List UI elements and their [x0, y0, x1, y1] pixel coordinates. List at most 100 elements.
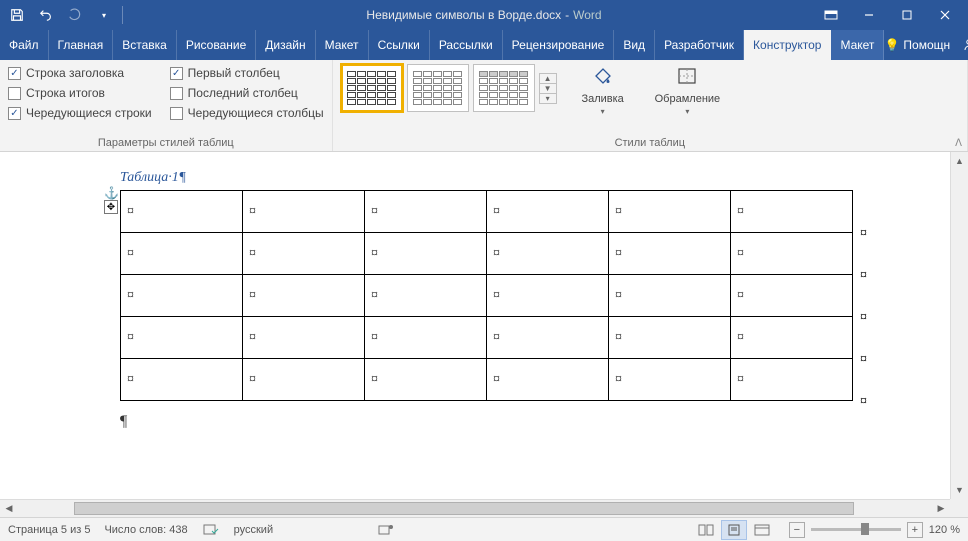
table-cell[interactable]: ¤	[121, 191, 243, 233]
check-last-column[interactable]: Последний столбец	[170, 86, 324, 100]
tab-home[interactable]: Главная	[49, 30, 114, 60]
table-cell[interactable]: ¤	[731, 191, 853, 233]
zoom-value[interactable]: 120 %	[929, 524, 960, 536]
macro-record-icon[interactable]	[377, 521, 395, 539]
redo-icon[interactable]	[62, 2, 88, 28]
table-cell[interactable]: ¤	[731, 317, 853, 359]
gallery-scroll: ▲ ▼ ▾	[539, 73, 557, 104]
document-table[interactable]: ¤¤¤¤¤¤¤¤¤¤¤¤¤¤¤¤¤¤¤¤¤¤¤¤¤¤¤¤¤¤	[120, 190, 853, 401]
scroll-thumb[interactable]	[74, 502, 854, 515]
table-cell[interactable]: ¤	[487, 233, 609, 275]
tell-me-button[interactable]: 💡 Помощн	[884, 38, 950, 52]
check-header-row[interactable]: Строка заголовка	[8, 66, 152, 80]
table-move-handle[interactable]: ✥	[104, 200, 118, 214]
chevron-down-icon: ▾	[685, 107, 689, 116]
page-indicator[interactable]: Страница 5 из 5	[8, 524, 90, 536]
row-end-mark: ¤	[860, 394, 867, 410]
tab-mailings[interactable]: Рассылки	[430, 30, 503, 60]
table-cell[interactable]: ¤	[731, 275, 853, 317]
scroll-up-icon[interactable]: ▲	[951, 152, 968, 170]
table-cell[interactable]: ¤	[243, 191, 365, 233]
gallery-down-icon[interactable]: ▼	[540, 84, 556, 94]
table-cell[interactable]: ¤	[243, 275, 365, 317]
close-icon[interactable]	[926, 1, 964, 29]
scroll-track[interactable]	[18, 500, 932, 517]
print-layout-icon[interactable]	[721, 520, 747, 540]
zoom-in-button[interactable]: +	[907, 522, 923, 538]
gallery-more-icon[interactable]: ▾	[540, 94, 556, 103]
table-cell[interactable]: ¤	[731, 359, 853, 401]
check-total-row[interactable]: Строка итогов	[8, 86, 152, 100]
table-cell[interactable]: ¤	[609, 275, 731, 317]
table-style-thumb[interactable]	[407, 64, 469, 112]
shading-button[interactable]: Заливка ▾	[575, 64, 631, 118]
vertical-scrollbar[interactable]: ▲ ▼	[950, 152, 968, 499]
tab-references[interactable]: Ссылки	[369, 30, 430, 60]
table-cell[interactable]: ¤	[487, 275, 609, 317]
table-cell[interactable]: ¤	[121, 233, 243, 275]
tab-design[interactable]: Дизайн	[256, 30, 315, 60]
table-cell[interactable]: ¤	[365, 233, 487, 275]
table-style-thumb[interactable]	[473, 64, 535, 112]
check-first-column[interactable]: Первый столбец	[170, 66, 324, 80]
table-cell[interactable]: ¤	[243, 233, 365, 275]
read-mode-icon[interactable]	[693, 520, 719, 540]
table-cell[interactable]: ¤	[243, 359, 365, 401]
spellcheck-icon[interactable]	[202, 521, 220, 539]
zoom-slider-thumb[interactable]	[861, 523, 869, 535]
undo-icon[interactable]	[33, 2, 59, 28]
ribbon-display-icon[interactable]	[812, 1, 850, 29]
borders-icon	[676, 66, 698, 91]
table-cell[interactable]: ¤	[487, 191, 609, 233]
table-cell[interactable]: ¤	[487, 317, 609, 359]
group-table-style-options: Строка заголовка Строка итогов Чередующи…	[0, 60, 333, 151]
minimize-icon[interactable]	[850, 1, 888, 29]
language-indicator[interactable]: русский	[234, 524, 273, 536]
table-cell[interactable]: ¤	[609, 317, 731, 359]
scroll-down-icon[interactable]: ▼	[951, 481, 968, 499]
tab-draw[interactable]: Рисование	[177, 30, 256, 60]
table-caption[interactable]: Таблица·1¶	[120, 170, 950, 186]
borders-button[interactable]: Обрамление ▾	[649, 64, 727, 118]
collapse-ribbon-icon[interactable]: ᐱ	[955, 138, 962, 149]
web-layout-icon[interactable]	[749, 520, 775, 540]
tab-layout[interactable]: Макет	[316, 30, 369, 60]
tab-table-layout[interactable]: Макет	[831, 30, 884, 60]
table-cell[interactable]: ¤	[731, 233, 853, 275]
table-cell[interactable]: ¤	[243, 317, 365, 359]
table-cell[interactable]: ¤	[365, 317, 487, 359]
table-cell[interactable]: ¤	[121, 275, 243, 317]
table-cell[interactable]: ¤	[365, 359, 487, 401]
table-cell[interactable]: ¤	[609, 233, 731, 275]
table-cell[interactable]: ¤	[609, 359, 731, 401]
document-canvas[interactable]: ⚓ ✥ Таблица·1¶ ¤¤¤¤¤¤¤¤¤¤¤¤¤¤¤¤¤¤¤¤¤¤¤¤¤…	[0, 152, 950, 499]
tab-view[interactable]: Вид	[614, 30, 655, 60]
scroll-left-icon[interactable]: ◀	[0, 500, 18, 517]
tab-table-design[interactable]: Конструктор	[744, 30, 831, 60]
scroll-track[interactable]	[953, 170, 966, 481]
tab-insert[interactable]: Вставка	[113, 30, 177, 60]
title-bar: ▾ Невидимые символы в Ворде.docx - Word	[0, 0, 968, 30]
tab-file[interactable]: Файл	[0, 30, 49, 60]
share-icon[interactable]	[956, 32, 968, 58]
check-banded-columns[interactable]: Чередующиеся столбцы	[170, 106, 324, 120]
qat-customize-icon[interactable]: ▾	[91, 2, 117, 28]
table-cell[interactable]: ¤	[365, 275, 487, 317]
table-cell[interactable]: ¤	[487, 359, 609, 401]
zoom-out-button[interactable]: −	[789, 522, 805, 538]
table-cell[interactable]: ¤	[121, 317, 243, 359]
tab-developer[interactable]: Разработчик	[655, 30, 744, 60]
horizontal-scrollbar[interactable]: ◀ ▶	[0, 499, 950, 517]
save-icon[interactable]	[4, 2, 30, 28]
maximize-icon[interactable]	[888, 1, 926, 29]
table-cell[interactable]: ¤	[121, 359, 243, 401]
tab-review[interactable]: Рецензирование	[503, 30, 615, 60]
scroll-right-icon[interactable]: ▶	[932, 500, 950, 517]
check-banded-rows[interactable]: Чередующиеся строки	[8, 106, 152, 120]
zoom-slider-track[interactable]	[811, 528, 901, 531]
table-style-thumb[interactable]	[341, 64, 403, 112]
gallery-up-icon[interactable]: ▲	[540, 74, 556, 84]
table-cell[interactable]: ¤	[609, 191, 731, 233]
word-count[interactable]: Число слов: 438	[104, 524, 187, 536]
table-cell[interactable]: ¤	[365, 191, 487, 233]
